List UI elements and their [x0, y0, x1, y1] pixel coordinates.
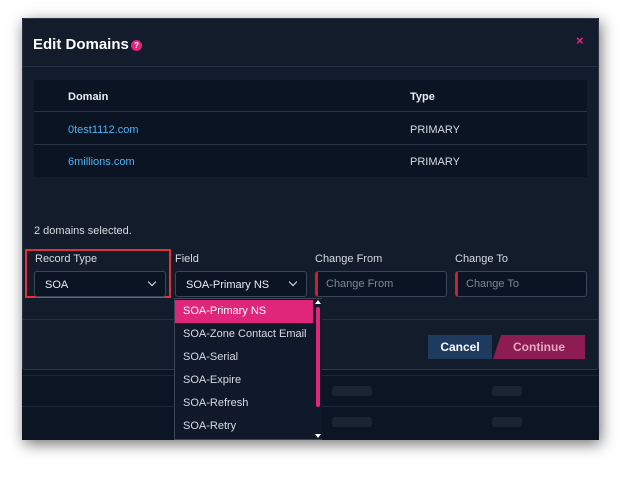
field-dropdown-list: SOA-Primary NS SOA-Zone Contact Email SO… — [174, 298, 322, 440]
field-value: SOA-Primary NS — [186, 279, 270, 291]
record-type-select[interactable]: SOA — [34, 271, 166, 297]
chevron-down-icon — [147, 277, 157, 287]
domains-table: Domain Type 0test1112.com PRIMARY 6milli… — [34, 80, 587, 177]
close-icon[interactable]: × — [576, 33, 584, 48]
chevron-down-icon — [288, 277, 298, 287]
domain-link[interactable]: 0test1112.com — [68, 124, 139, 136]
column-header-type: Type — [410, 91, 435, 103]
dropdown-option[interactable]: SOA-Primary NS — [175, 300, 313, 323]
dropdown-option[interactable]: SOA-Refresh — [175, 392, 313, 415]
continue-button[interactable]: Continue — [493, 335, 585, 359]
selected-count-text: 2 domains selected. — [34, 225, 132, 237]
change-to-input[interactable] — [455, 271, 587, 297]
change-to-label: Change To — [455, 253, 509, 265]
dropdown-option[interactable]: SOA-Retry — [175, 415, 313, 438]
background-text — [492, 417, 522, 427]
scroll-up-icon[interactable] — [315, 300, 321, 304]
column-header-domain: Domain — [68, 91, 109, 103]
cancel-button[interactable]: Cancel — [428, 335, 492, 359]
scroll-down-icon[interactable] — [315, 434, 321, 438]
modal-header: Edit Domains ? × — [23, 19, 598, 67]
dropdown-option[interactable]: SOA-Expire — [175, 369, 313, 392]
app-window: Edit Domains ? × Domain Type 0test1112.c… — [22, 18, 599, 440]
table-header-row: Domain Type — [34, 80, 587, 112]
table-row: 6millions.com PRIMARY — [34, 145, 587, 177]
domain-type: PRIMARY — [410, 156, 460, 168]
change-from-input[interactable] — [315, 271, 447, 297]
record-type-label: Record Type — [35, 253, 98, 265]
domain-link[interactable]: 6millions.com — [68, 156, 135, 168]
field-select[interactable]: SOA-Primary NS — [175, 271, 307, 297]
domain-type: PRIMARY — [410, 124, 460, 136]
dropdown-scrollbar[interactable] — [314, 299, 322, 439]
table-row: 0test1112.com PRIMARY — [34, 113, 587, 145]
dropdown-option[interactable]: SOA-Zone Contact Email — [175, 323, 313, 346]
dropdown-option[interactable]: SOA-Serial — [175, 346, 313, 369]
modal-title: Edit Domains — [33, 36, 129, 53]
background-text — [492, 386, 522, 396]
record-type-value: SOA — [45, 279, 69, 291]
change-from-label: Change From — [315, 253, 383, 265]
scroll-thumb[interactable] — [316, 307, 320, 407]
field-label: Field — [175, 253, 199, 265]
background-text — [332, 417, 372, 427]
background-text — [332, 386, 372, 396]
help-icon[interactable]: ? — [131, 40, 142, 51]
